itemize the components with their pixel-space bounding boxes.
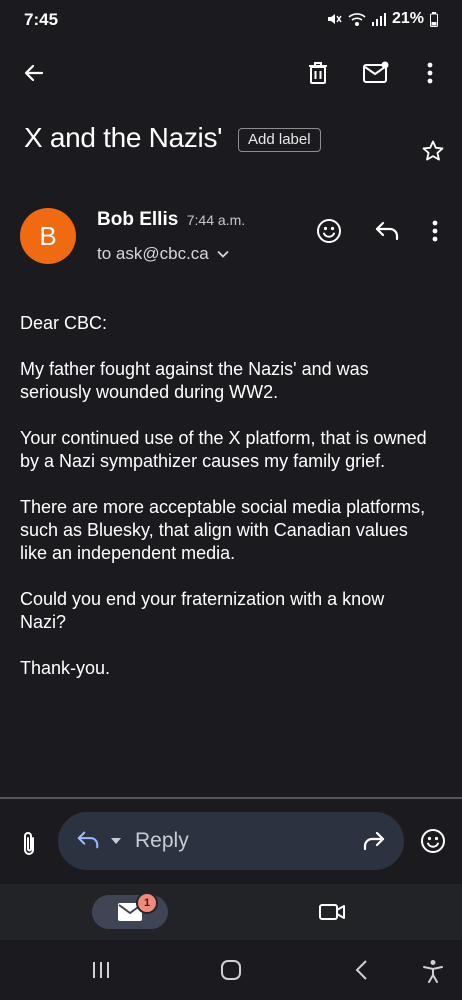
mark-unread-button[interactable] <box>356 53 396 93</box>
body-paragraph: My father fought against the Nazis' and … <box>20 359 369 402</box>
body-paragraph: Your continued use of the X platform, th… <box>20 428 427 471</box>
smiley-icon <box>421 829 445 853</box>
forward-icon[interactable] <box>362 831 386 851</box>
unread-badge: 1 <box>136 892 158 914</box>
status-time: 7:45 <box>24 10 59 29</box>
body-paragraph: There are more acceptable social media p… <box>20 497 426 563</box>
sender-name: Bob Ellis <box>97 209 179 230</box>
avatar[interactable]: B <box>20 208 76 264</box>
reply-button[interactable] <box>370 214 404 248</box>
body-paragraph: Dear CBC: <box>20 313 108 333</box>
star-icon <box>422 140 444 161</box>
more-vert-icon <box>427 62 433 84</box>
recipient-details-toggle[interactable]: to ask@cbc.ca <box>97 244 229 264</box>
status-icons: 21% <box>326 10 438 28</box>
home-icon[interactable] <box>219 959 243 981</box>
wifi-icon <box>348 11 366 27</box>
video-camera-icon <box>319 904 345 920</box>
message-more-button[interactable] <box>422 214 448 248</box>
email-body: Dear CBC: My father fought against the N… <box>20 312 430 703</box>
chevron-down-icon <box>217 250 229 258</box>
delete-button[interactable] <box>298 53 338 93</box>
trash-icon <box>309 62 327 84</box>
system-navigation <box>0 940 462 1000</box>
reply-icon <box>77 831 99 849</box>
reply-label: Reply <box>135 829 189 852</box>
nav-meet[interactable] <box>312 897 352 927</box>
compose-divider <box>0 797 462 799</box>
reply-bar[interactable]: Reply <box>58 812 404 870</box>
emoji-button[interactable] <box>418 826 448 856</box>
more-options-button[interactable] <box>412 53 448 93</box>
emoji-react-button[interactable] <box>312 214 346 248</box>
mark-unread-icon <box>363 61 389 83</box>
star-button[interactable] <box>416 134 450 168</box>
more-vert-icon <box>432 220 438 242</box>
mute-icon <box>326 11 342 27</box>
reply-icon <box>375 221 399 241</box>
add-label-chip[interactable]: Add label <box>238 128 321 152</box>
accessibility-icon[interactable] <box>422 959 444 983</box>
body-paragraph: Could you end your fraternization with a… <box>20 589 385 632</box>
battery-icon <box>430 11 438 27</box>
email-subject: X and the Nazis' <box>24 122 223 153</box>
back-button[interactable] <box>14 53 54 93</box>
back-icon[interactable] <box>352 959 372 981</box>
smiley-icon <box>317 219 341 243</box>
signal-icon <box>371 12 386 26</box>
caret-down-icon[interactable] <box>110 837 122 845</box>
recents-icon[interactable] <box>90 959 112 981</box>
attach-button[interactable] <box>14 826 44 862</box>
sender-line: Bob Ellis 7:44 a.m. <box>97 209 245 231</box>
body-paragraph: Thank-you. <box>20 658 111 678</box>
sent-time: 7:44 a.m. <box>186 212 246 228</box>
battery-percent: 21% <box>391 10 424 27</box>
paperclip-icon <box>24 832 34 855</box>
recipient-text: to ask@cbc.ca <box>97 244 209 263</box>
bottom-navigation <box>0 884 462 940</box>
back-arrow-icon <box>24 64 44 82</box>
